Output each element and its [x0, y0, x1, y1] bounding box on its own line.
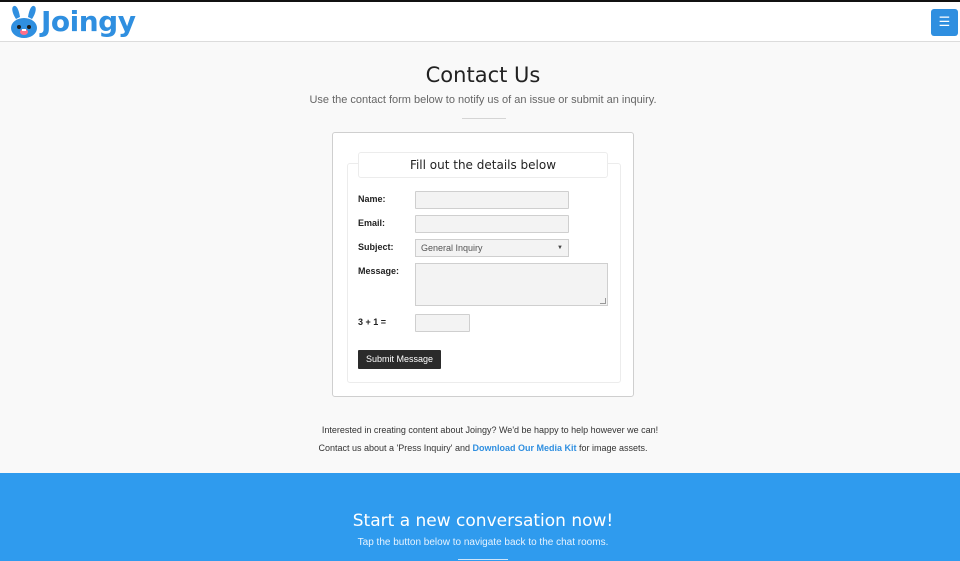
footer-cta: Start a new conversation now! Tap the bu…	[0, 473, 960, 561]
chevron-down-icon: ▼	[557, 245, 563, 251]
title-divider	[462, 118, 506, 119]
logo-text: Joingy	[41, 5, 136, 38]
footer-subtitle: Tap the button below to navigate back to…	[357, 537, 609, 548]
submit-message-button[interactable]: Submit Message	[358, 350, 441, 369]
media-kit-suffix: for image assets.	[576, 443, 648, 453]
page-title: Contact Us	[425, 63, 541, 87]
logo[interactable]: Joingy	[9, 5, 136, 39]
subject-selected-value: General Inquiry	[421, 243, 483, 253]
form-legend: Fill out the details below	[358, 152, 608, 178]
captcha-label: 3 + 1 =	[358, 317, 387, 327]
name-label: Name:	[358, 194, 386, 204]
name-input[interactable]	[415, 191, 569, 209]
subject-label: Subject:	[358, 242, 394, 252]
message-textarea[interactable]	[415, 263, 608, 306]
contact-form-card: Fill out the details below Name: Email: …	[332, 132, 634, 397]
bunny-logo-icon	[11, 5, 37, 38]
hamburger-icon: ☰	[938, 15, 951, 30]
email-label: Email:	[358, 218, 386, 228]
media-kit-note: Contact us about a 'Press Inquiry' and D…	[0, 443, 960, 453]
subject-select[interactable]: General Inquiry ▼	[415, 239, 569, 257]
email-input[interactable]	[415, 215, 569, 233]
message-label: Message:	[358, 266, 400, 276]
footer-title: Start a new conversation now!	[352, 511, 614, 531]
resize-handle-icon[interactable]	[600, 298, 606, 304]
menu-button[interactable]: ☰	[931, 9, 958, 36]
media-kit-link[interactable]: Download Our Media Kit	[472, 443, 576, 453]
site-header: Joingy ☰	[0, 2, 960, 42]
captcha-input[interactable]	[415, 314, 470, 332]
media-kit-prefix: Contact us about a 'Press Inquiry' and	[318, 443, 473, 453]
page-subtitle: Use the contact form below to notify us …	[309, 94, 657, 106]
press-note: Interested in creating content about Joi…	[321, 425, 659, 435]
